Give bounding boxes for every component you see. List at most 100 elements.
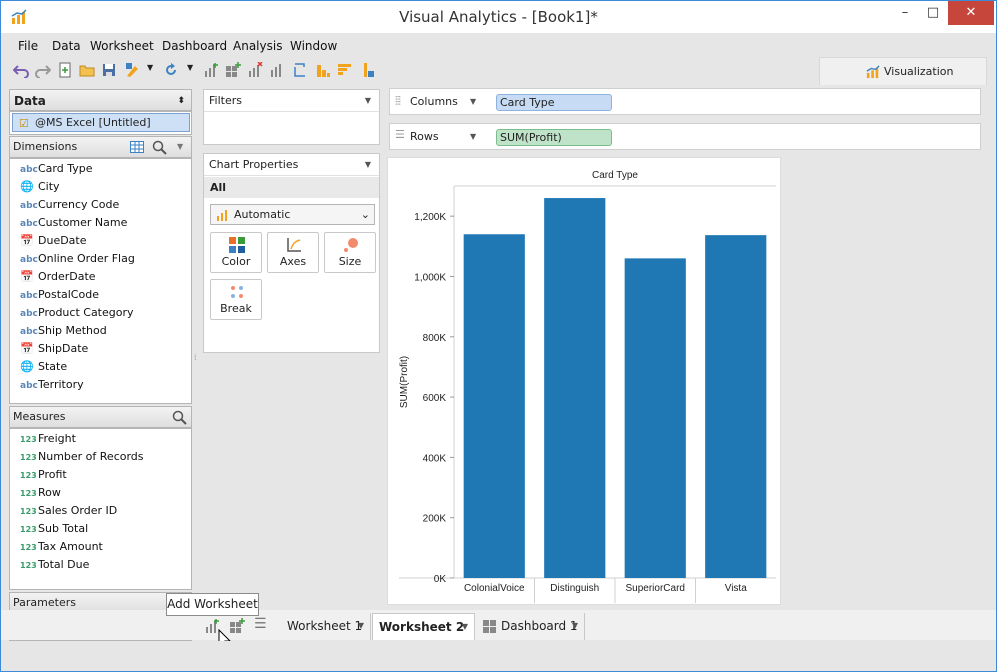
field-item[interactable]: 123Number of Records [20, 448, 144, 466]
tab-worksheet-2[interactable]: Worksheet 2 ▼ [372, 613, 475, 640]
visualization-tab[interactable]: Visualization [819, 57, 987, 85]
tab-worksheet-1[interactable]: Worksheet 1 ▼ [281, 613, 371, 640]
field-item[interactable]: 🌐 State [20, 358, 67, 376]
string-type-icon: abc [20, 219, 38, 229]
dimensions-dropdown-icon[interactable]: ▼ [177, 137, 183, 157]
fit-view-icon[interactable] [359, 62, 375, 78]
menu-data[interactable]: Data [52, 39, 81, 53]
field-item[interactable]: 🌐 City [20, 178, 60, 196]
all-marks-row[interactable]: All [204, 177, 379, 198]
delete-worksheet-icon[interactable] [247, 62, 263, 78]
field-item[interactable]: 123Freight [20, 430, 76, 448]
string-type-icon: abc [20, 309, 38, 319]
tab-dropdown-icon[interactable]: ▼ [462, 614, 468, 640]
menu-dashboard[interactable]: Dashboard [162, 39, 227, 53]
field-item[interactable]: 123Profit [20, 466, 67, 484]
bar-chart-icon [217, 210, 227, 221]
maximize-button[interactable]: □ [916, 1, 950, 25]
save-icon[interactable] [101, 62, 117, 78]
field-item[interactable]: abcProduct Category [20, 304, 134, 322]
field-item[interactable]: abcCurrency Code [20, 196, 119, 214]
filters-title: Filters [209, 94, 242, 107]
y-tick-label: 400K [423, 453, 447, 464]
chart-properties-dropdown-icon[interactable]: ▼ [365, 154, 371, 176]
columns-pill-card-type[interactable]: Card Type [496, 94, 612, 111]
clear-format-icon[interactable] [125, 62, 141, 78]
field-item[interactable]: abcOnline Order Flag [20, 250, 135, 268]
open-folder-icon[interactable] [79, 62, 95, 78]
field-label: Card Type [38, 162, 93, 175]
rows-icon: ☰ [395, 128, 405, 141]
field-item[interactable]: abcShip Method [20, 322, 107, 340]
menu-analysis[interactable]: Analysis [233, 39, 282, 53]
field-label: Ship Method [38, 324, 107, 337]
sort-descending-icon[interactable] [337, 62, 353, 78]
tab-dropdown-icon[interactable]: ▼ [358, 613, 364, 639]
dashboard-icon [483, 620, 496, 633]
axes-button[interactable]: Axes [267, 232, 319, 273]
field-item[interactable]: abcCard Type [20, 160, 93, 178]
clear-dropdown-icon[interactable]: ▼ [147, 63, 153, 72]
sort-ascending-icon[interactable] [315, 62, 331, 78]
tab-dashboard-1-label: Dashboard 1 [501, 619, 578, 633]
mark-type-select[interactable]: Automatic ⌄ [210, 204, 375, 225]
menu-file[interactable]: File [18, 39, 38, 53]
columns-dropdown-icon[interactable]: ▼ [470, 97, 476, 106]
new-worksheet-icon[interactable] [203, 62, 219, 78]
new-file-icon[interactable] [57, 62, 73, 78]
refresh-dropdown-icon[interactable]: ▼ [187, 63, 193, 72]
field-label: State [38, 360, 68, 373]
field-item[interactable]: 123Row [20, 484, 61, 502]
columns-label: Columns [410, 95, 458, 108]
chart-properties-header: Chart Properties ▼ [204, 154, 379, 176]
field-label: Number of Records [38, 450, 144, 463]
data-panel: Data ⬍ ☑ @MS Excel [Untitled] Dimensions… [9, 89, 192, 641]
string-type-icon: abc [20, 327, 38, 337]
table-view-icon[interactable] [130, 141, 144, 153]
bar-chart: Card Type 0K 200K 400K 600K 800K 1,000K 1,200K S… [399, 170, 776, 603]
string-type-icon: abc [20, 201, 38, 211]
bar [544, 198, 606, 579]
datasource-item[interactable]: ☑ @MS Excel [Untitled] [12, 113, 190, 132]
field-item[interactable]: 123Sub Total [20, 520, 88, 538]
menu-window[interactable]: Window [290, 39, 337, 53]
geo-type-icon: 🌐 [20, 180, 34, 193]
bar [705, 235, 767, 579]
size-button[interactable]: Size [324, 232, 376, 273]
measures-search-icon[interactable] [172, 410, 187, 425]
color-button[interactable]: Color [210, 232, 262, 273]
break-button[interactable]: Break [210, 279, 262, 320]
filters-dropdown-icon[interactable]: ▼ [365, 90, 371, 112]
y-axis-label: SUM(Profit) [399, 356, 410, 408]
search-icon[interactable] [152, 140, 167, 155]
undo-icon[interactable] [13, 62, 29, 78]
field-item[interactable]: 123Tax Amount [20, 538, 103, 556]
field-item[interactable]: 123Total Due [20, 556, 89, 574]
data-panel-sort-icon[interactable]: ⬍ [177, 90, 185, 112]
number-type-icon: 123 [20, 507, 37, 516]
field-item[interactable]: 📅 DueDate [20, 232, 87, 250]
close-button[interactable]: ✕ [948, 1, 994, 25]
size-label: Size [338, 255, 362, 268]
rows-pill-sum-profit[interactable]: SUM(Profit) [496, 129, 612, 146]
rows-dropdown-icon[interactable]: ▼ [470, 132, 476, 141]
field-item[interactable]: abcTerritory [20, 376, 84, 394]
duplicate-worksheet-icon[interactable] [269, 62, 285, 78]
data-panel-title: Data [14, 94, 46, 108]
redo-icon[interactable] [35, 62, 51, 78]
panel-splitter[interactable]: ⁞ [194, 354, 197, 362]
sheet-list-icon[interactable]: ☰ [254, 616, 267, 632]
string-type-icon: abc [20, 165, 38, 175]
menu-worksheet[interactable]: Worksheet [90, 39, 154, 53]
field-item[interactable]: 📅 OrderDate [20, 268, 96, 286]
field-item[interactable]: abcPostalCode [20, 286, 99, 304]
refresh-icon[interactable] [163, 62, 179, 78]
new-dashboard-icon[interactable] [225, 62, 241, 78]
field-item[interactable]: abcCustomer Name [20, 214, 127, 232]
field-item[interactable]: 123Sales Order ID [20, 502, 117, 520]
x-tick-label: ColonialVoice [464, 583, 525, 594]
field-item[interactable]: 📅 ShipDate [20, 340, 88, 358]
tab-dropdown-icon[interactable]: ▼ [572, 613, 578, 639]
swap-axes-icon[interactable] [293, 62, 309, 78]
tab-dashboard-1[interactable]: Dashboard 1 ▼ [477, 613, 585, 640]
